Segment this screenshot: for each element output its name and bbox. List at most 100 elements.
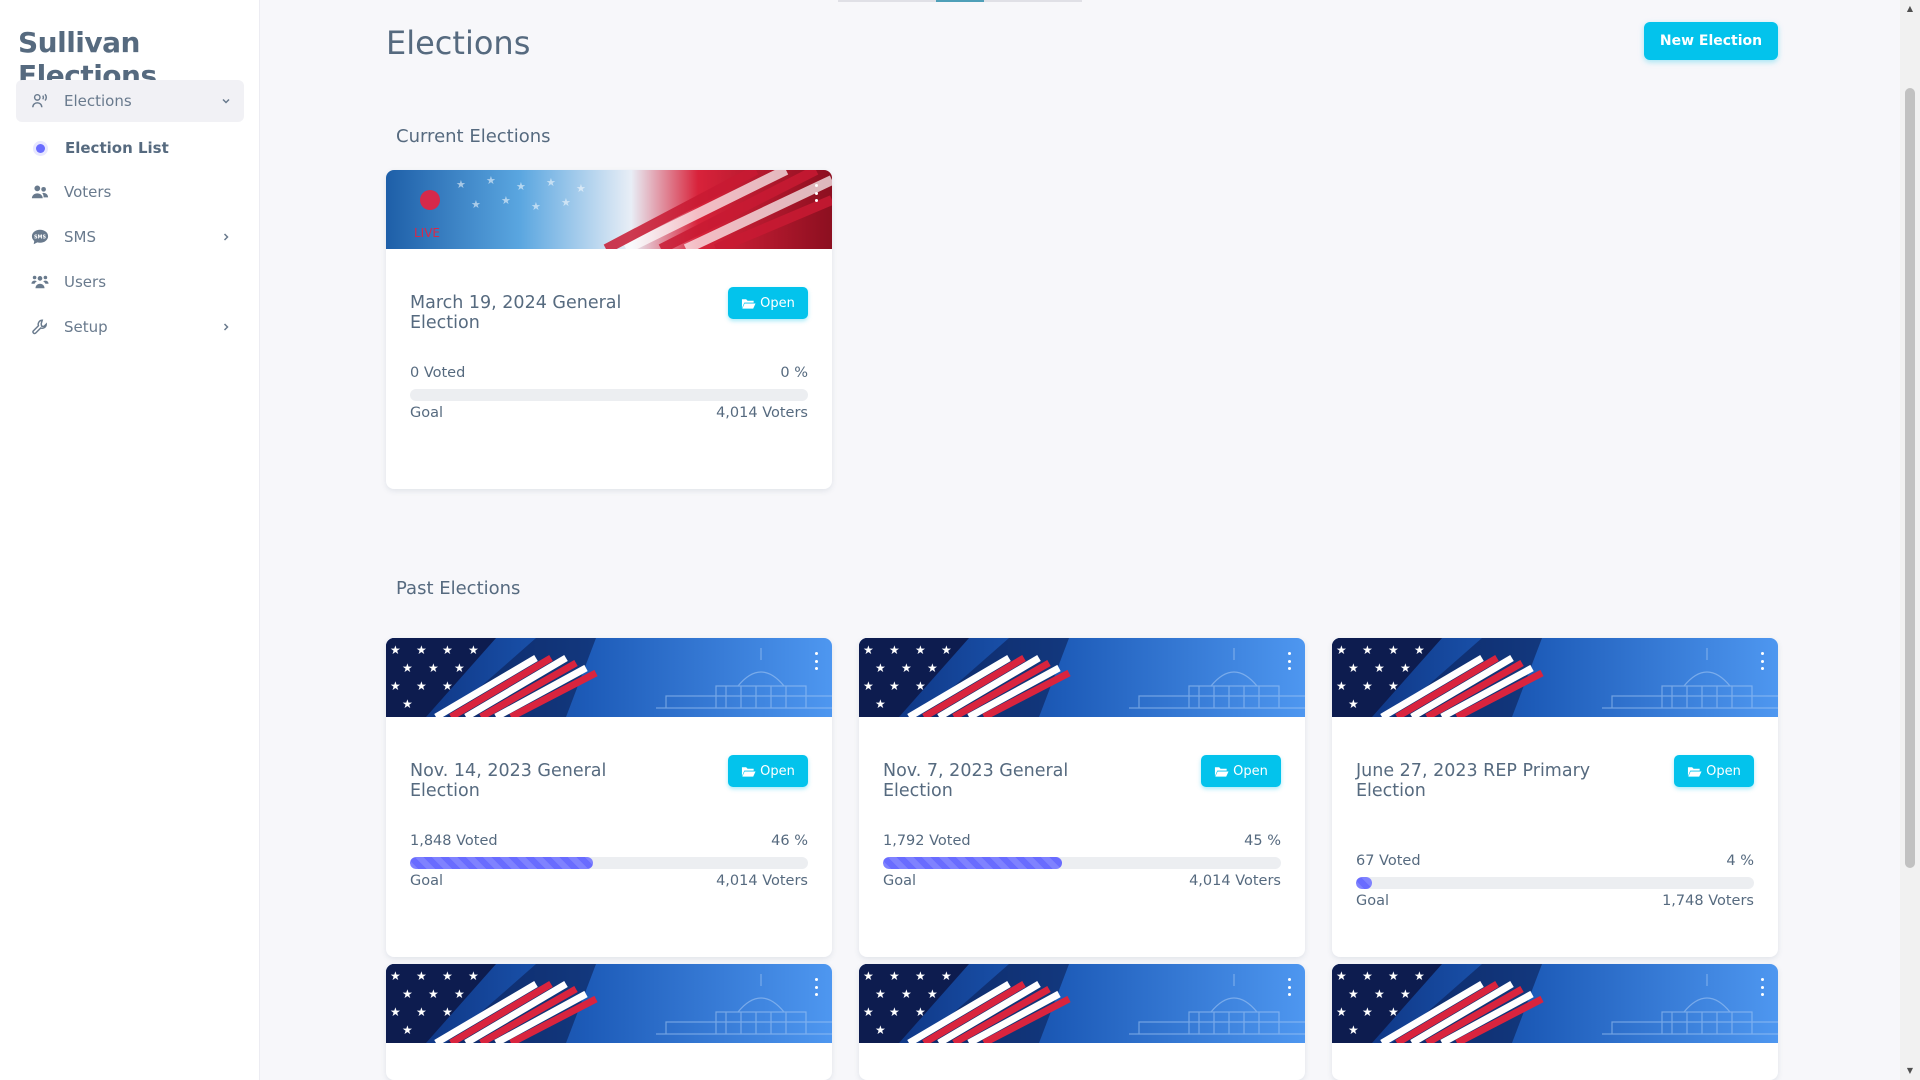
live-indicator-icon bbox=[420, 190, 440, 210]
svg-text:★: ★ bbox=[402, 697, 413, 711]
sidebar-item-setup[interactable]: Setup bbox=[16, 306, 244, 348]
svg-text:★: ★ bbox=[1414, 643, 1425, 657]
scroll-up-icon[interactable]: ▲ bbox=[1905, 4, 1915, 14]
scroll-down-icon[interactable]: ▼ bbox=[1905, 1066, 1915, 1076]
voted-row: 0 Voted 0 % bbox=[410, 365, 808, 381]
svg-text:★: ★ bbox=[1374, 661, 1385, 675]
svg-text:★: ★ bbox=[1388, 643, 1399, 657]
turnout-progress-fill bbox=[883, 857, 1063, 869]
sidebar-item-label: Voters bbox=[64, 183, 112, 201]
svg-text:★: ★ bbox=[1400, 987, 1411, 1001]
sms-icon: SMS bbox=[30, 227, 50, 247]
sidebar-item-label: Elections bbox=[64, 92, 132, 110]
open-election-button[interactable]: Open bbox=[1201, 755, 1281, 787]
chevron-down-icon bbox=[222, 98, 230, 104]
sidebar-item-election-list[interactable]: Election List bbox=[16, 125, 244, 171]
election-card: ★ ★ ★ ★ ★ ★ ★ ★ ★ LIVE March 19, 2024 General E… bbox=[386, 170, 832, 489]
svg-text:★: ★ bbox=[1336, 679, 1347, 693]
new-election-button[interactable]: New Election bbox=[1644, 22, 1778, 60]
svg-text:★: ★ bbox=[915, 643, 926, 657]
turnout-progress-bar bbox=[410, 389, 808, 401]
goal-voters: 4,014 Voters bbox=[716, 405, 808, 421]
svg-text:★: ★ bbox=[402, 1023, 413, 1037]
svg-text:★: ★ bbox=[1336, 969, 1347, 983]
svg-text:★: ★ bbox=[1388, 1005, 1399, 1019]
svg-text:★: ★ bbox=[1348, 987, 1359, 1001]
svg-text:★: ★ bbox=[402, 987, 413, 1001]
goal-voters: 4,014 Voters bbox=[716, 873, 808, 889]
kebab-menu-icon[interactable] bbox=[1758, 652, 1766, 670]
open-election-button[interactable]: Open bbox=[728, 287, 808, 319]
svg-text:★: ★ bbox=[1348, 1023, 1359, 1037]
svg-text:★: ★ bbox=[889, 969, 900, 983]
svg-text:★: ★ bbox=[516, 180, 526, 193]
scroll-thumb[interactable] bbox=[1905, 88, 1915, 868]
open-election-button[interactable]: Open bbox=[728, 755, 808, 787]
sidebar-item-users[interactable]: Users bbox=[16, 261, 244, 303]
goal-label: Goal bbox=[410, 405, 444, 421]
voice-person-icon bbox=[30, 91, 50, 111]
open-label: Open bbox=[1233, 763, 1268, 779]
active-dot-icon bbox=[36, 143, 45, 153]
folder-open-icon bbox=[1688, 766, 1702, 777]
kebab-menu-icon[interactable] bbox=[812, 652, 820, 670]
svg-text:★: ★ bbox=[875, 1023, 886, 1037]
svg-text:★: ★ bbox=[915, 969, 926, 983]
voted-count: 0 Voted bbox=[410, 365, 466, 381]
open-label: Open bbox=[760, 295, 795, 311]
svg-text:★: ★ bbox=[390, 643, 401, 657]
wrench-icon bbox=[30, 317, 50, 337]
goal-voters: 1,748 Voters bbox=[1662, 893, 1754, 909]
svg-text:★: ★ bbox=[863, 643, 874, 657]
svg-text:★: ★ bbox=[941, 969, 952, 983]
svg-text:★: ★ bbox=[454, 987, 465, 1001]
turnout-progress-fill bbox=[410, 857, 594, 869]
sidebar-item-sms[interactable]: SMS SMS bbox=[16, 216, 244, 258]
past-elections-heading: Past Elections bbox=[396, 578, 521, 599]
svg-text:★: ★ bbox=[501, 194, 511, 207]
kebab-menu-icon[interactable] bbox=[1285, 978, 1293, 996]
kebab-menu-icon[interactable] bbox=[812, 978, 820, 996]
voted-row: 1,848 Voted 46 % bbox=[410, 833, 808, 849]
election-card: ★ ★ ★ ★ ★ ★ ★ ★ ★ ★ ★ bbox=[859, 964, 1305, 1080]
kebab-menu-icon[interactable] bbox=[1285, 652, 1293, 670]
svg-text:★: ★ bbox=[1362, 643, 1373, 657]
svg-text:★: ★ bbox=[468, 643, 479, 657]
svg-text:★: ★ bbox=[1414, 969, 1425, 983]
election-card-body: Nov. 7, 2023 General Election Open 1,792… bbox=[859, 717, 1305, 957]
svg-text:★: ★ bbox=[915, 679, 926, 693]
page-scrollbar[interactable]: ▲ ▼ bbox=[1900, 0, 1920, 1080]
goal-label: Goal bbox=[1356, 893, 1390, 909]
sidebar-item-elections[interactable]: Elections bbox=[16, 80, 244, 122]
svg-text:★: ★ bbox=[863, 1005, 874, 1019]
election-card: ★ ★ ★ ★ ★ ★ ★ ★ ★ ★ ★ bbox=[386, 964, 832, 1080]
top-tab-strip bbox=[838, 0, 1082, 2]
users-icon bbox=[30, 182, 50, 202]
svg-text:★: ★ bbox=[561, 196, 571, 209]
folder-open-icon bbox=[1215, 766, 1229, 777]
goal-row: Goal 4,014 Voters bbox=[410, 405, 808, 421]
svg-text:★: ★ bbox=[390, 969, 401, 983]
page-title: Elections bbox=[386, 24, 531, 62]
svg-text:★: ★ bbox=[1362, 969, 1373, 983]
election-card: ★ ★ ★ ★ ★ ★ ★ ★ ★ ★ ★ Nov. 7, 2023 General Elec… bbox=[859, 638, 1305, 957]
sidebar-item-voters[interactable]: Voters bbox=[16, 171, 244, 213]
kebab-menu-icon[interactable] bbox=[812, 184, 820, 202]
goal-row: Goal 1,748 Voters bbox=[1356, 893, 1754, 909]
sidebar-item-label: Users bbox=[64, 273, 107, 291]
election-banner: ★ ★ ★ ★ ★ ★ ★ ★ ★ ★ ★ bbox=[859, 638, 1305, 717]
voted-row: 67 Voted 4 % bbox=[1356, 853, 1754, 869]
goal-row: Goal 4,014 Voters bbox=[883, 873, 1281, 889]
svg-text:★: ★ bbox=[546, 176, 556, 189]
folder-open-icon bbox=[742, 766, 756, 777]
open-election-button[interactable]: Open bbox=[1674, 755, 1754, 787]
kebab-menu-icon[interactable] bbox=[1758, 978, 1766, 996]
turnout-progress-bar bbox=[1356, 877, 1754, 889]
sidebar: Sullivan Elections Elections Election Li… bbox=[0, 0, 260, 1080]
election-title: June 27, 2023 REP Primary Election bbox=[1356, 761, 1591, 801]
svg-text:★: ★ bbox=[442, 969, 453, 983]
open-label: Open bbox=[1706, 763, 1741, 779]
voted-row: 1,792 Voted 45 % bbox=[883, 833, 1281, 849]
chevron-right-icon bbox=[223, 323, 229, 331]
svg-text:★: ★ bbox=[875, 697, 886, 711]
